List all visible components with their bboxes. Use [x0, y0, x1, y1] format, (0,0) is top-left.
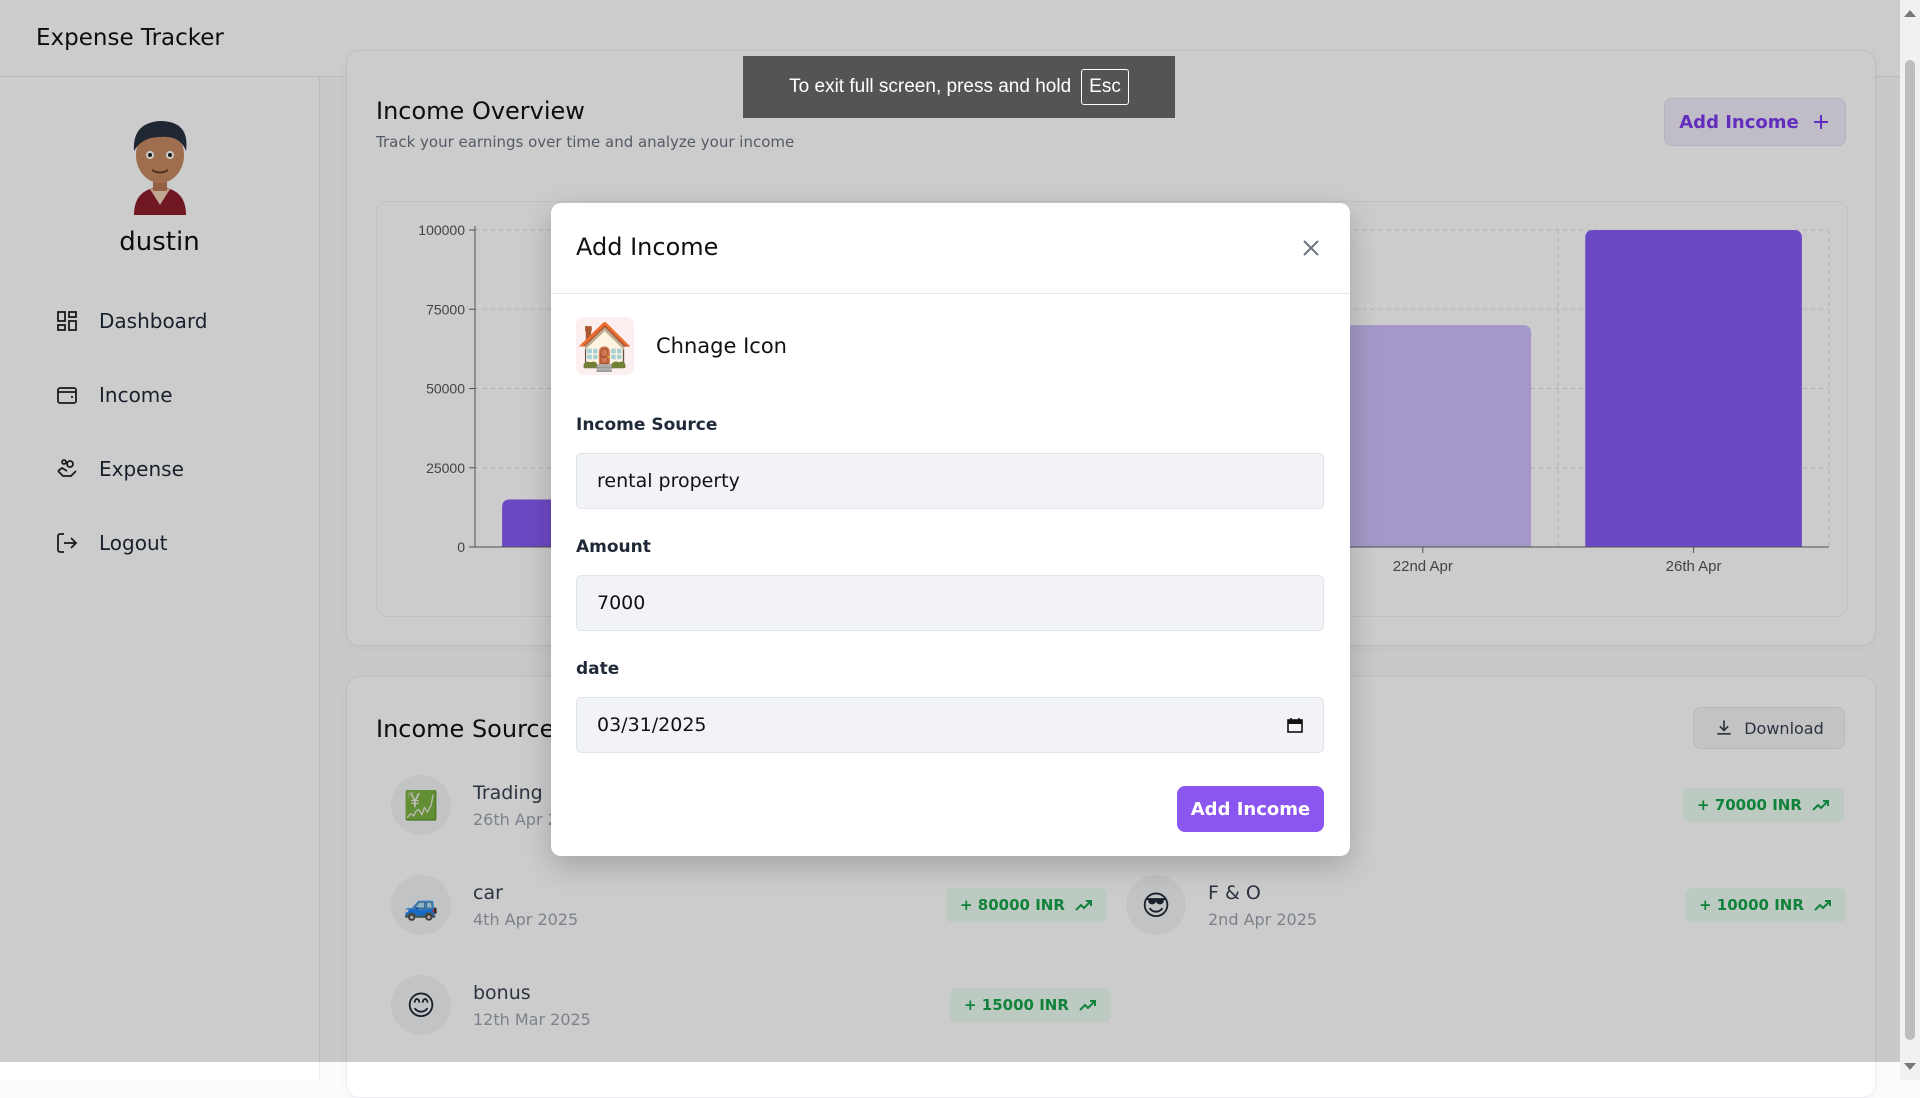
calendar-icon[interactable] [1287, 717, 1303, 733]
fullscreen-message: To exit full screen, press and hold [789, 76, 1072, 97]
selected-emoji-icon: 🏠 [576, 317, 634, 375]
scroll-down-icon[interactable] [1904, 1063, 1916, 1070]
fullscreen-exit-notice: To exit full screen, press and hold Esc [743, 56, 1175, 118]
change-icon-button[interactable]: 🏠 Chnage Icon [576, 317, 787, 375]
modal-header: Add Income [551, 203, 1350, 294]
date-label: date [576, 659, 620, 679]
amount-input[interactable] [576, 575, 1324, 631]
submit-add-income-button[interactable]: Add Income [1177, 786, 1324, 832]
modal-title: Add Income [576, 233, 719, 261]
close-icon [1303, 240, 1319, 256]
page-scrollbar[interactable] [1900, 0, 1920, 1080]
esc-key-label: Esc [1081, 69, 1129, 105]
change-icon-label: Chnage Icon [656, 334, 787, 358]
income-source-input[interactable] [576, 453, 1324, 509]
income-source-label: Income Source [576, 415, 718, 435]
date-value: 03/31/2025 [597, 714, 707, 736]
amount-label: Amount [576, 537, 651, 557]
add-income-modal: Add Income 🏠 Chnage Icon Income Source A… [551, 203, 1350, 856]
date-input[interactable]: 03/31/2025 [576, 697, 1324, 753]
scroll-up-icon[interactable] [1904, 10, 1916, 17]
scrollbar-thumb[interactable] [1905, 60, 1915, 1040]
close-button[interactable] [1291, 228, 1331, 268]
